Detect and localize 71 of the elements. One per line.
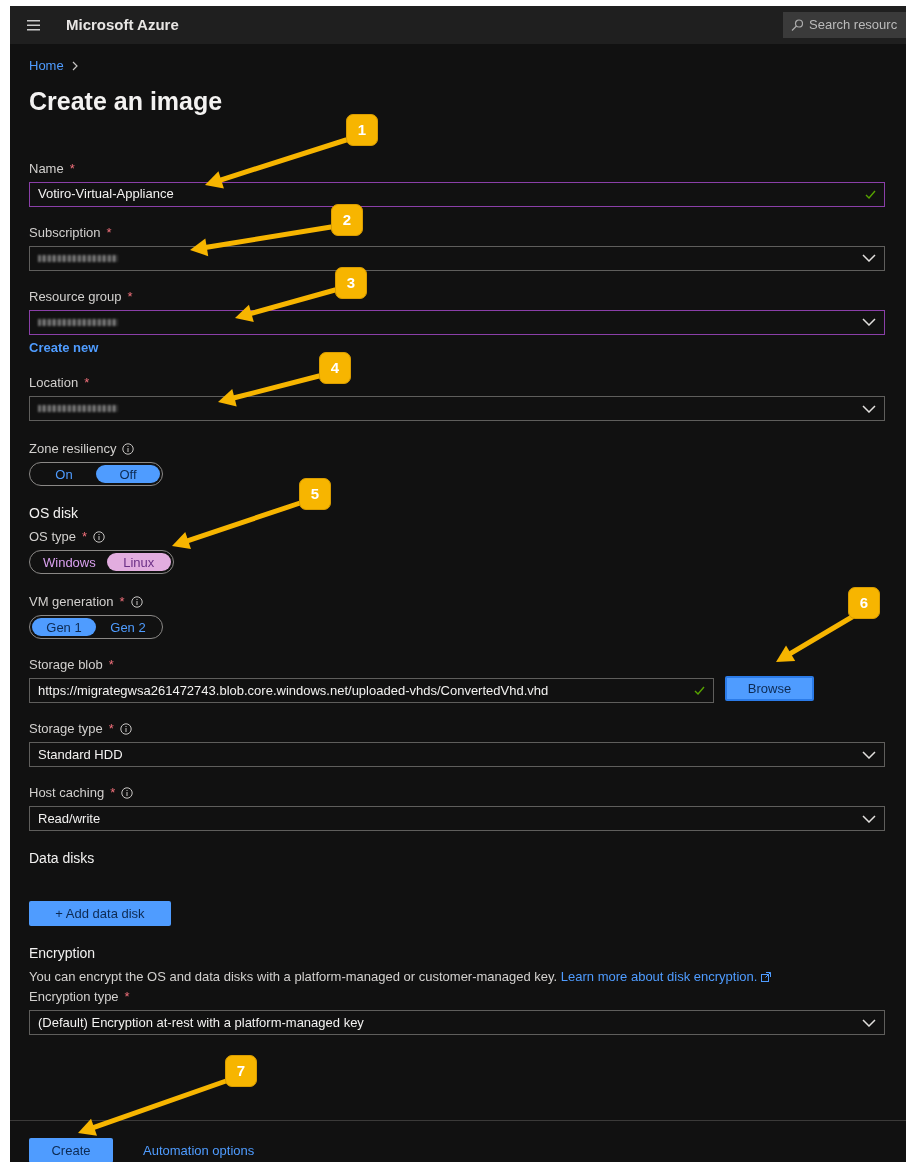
toggle-option[interactable]: Gen 1 — [32, 618, 96, 636]
required-mark: * — [119, 593, 125, 611]
dropdown-field[interactable] — [29, 309, 885, 335]
toggle-option[interactable]: Windows — [32, 553, 107, 571]
breadcrumb-link[interactable]: Home — [29, 56, 64, 76]
description-text: You can encrypt the OS and data disks with a platform-managed or customer-managed key. Learn more about disk encryption. — [29, 968, 758, 986]
learn-more-link[interactable]: Learn more about disk encryption. — [560, 969, 758, 984]
required-mark: * — [81, 528, 88, 546]
search-icon — [791, 19, 803, 31]
add-data-disk-button[interactable]: + Add data disk — [29, 901, 171, 926]
required-mark: * — [69, 159, 75, 178]
app-title: Microsoft Azure — [66, 14, 179, 35]
toggle-option[interactable]: Off — [96, 465, 160, 483]
chevron-down-icon — [862, 404, 876, 413]
required-mark: * — [108, 656, 114, 674]
chevron-down-icon — [862, 254, 876, 262]
required-mark: * — [124, 988, 130, 1006]
create-button[interactable]: Create — [29, 1138, 113, 1162]
chevron-down-icon — [862, 318, 876, 326]
callout-number: 2 — [331, 204, 363, 236]
section-heading: OS disk — [29, 504, 79, 522]
field-label: Zone resiliency — [29, 440, 117, 458]
field-label: OS type — [29, 528, 76, 546]
chevron-down-icon — [862, 1018, 876, 1027]
input-field[interactable]: https://migrategwsa261472743.blob.core.windows.net/uploaded-vhds/ConvertedVhd.vhd — [29, 678, 714, 703]
field-label: Name — [29, 159, 64, 178]
field-label: Storage blob — [29, 656, 103, 674]
field-label: VM generation — [29, 593, 114, 611]
dropdown-field[interactable]: Standard HDD — [29, 742, 885, 767]
required-mark: * — [106, 223, 112, 242]
dropdown-field[interactable]: Read/write — [29, 806, 885, 831]
field-label: Subscription — [29, 223, 101, 242]
create-new-link[interactable]: Create new — [29, 337, 99, 357]
chevron-icon — [71, 60, 78, 71]
info-icon[interactable] — [93, 531, 106, 543]
callout-number: 5 — [299, 478, 331, 510]
toggle-option[interactable]: On — [32, 465, 96, 483]
page-title: Create an image — [29, 85, 224, 116]
section-heading: Encryption — [29, 944, 97, 962]
field-label: Host caching — [29, 784, 105, 802]
callout-number: 7 — [225, 1055, 257, 1087]
field-label: Location — [29, 374, 79, 392]
callout-number: 1 — [346, 114, 378, 146]
required-mark: * — [110, 784, 116, 802]
menu-icon[interactable] — [27, 19, 40, 31]
section-heading: Data disks — [29, 849, 96, 867]
callout-number: 3 — [335, 267, 367, 299]
field-label: Storage type — [29, 720, 103, 738]
external-link-icon — [761, 972, 772, 982]
chevron-down-icon — [862, 814, 876, 823]
info-icon[interactable] — [121, 787, 134, 799]
callout-number: 4 — [319, 352, 351, 384]
required-mark: * — [127, 287, 133, 306]
browse-button[interactable]: Browse — [725, 676, 814, 701]
input-field[interactable]: Votiro-Virtual-Appliance — [29, 181, 885, 207]
required-mark: * — [84, 374, 90, 392]
dropdown-field[interactable] — [29, 396, 885, 421]
dropdown-field[interactable]: (Default) Encryption at-rest with a platform-managed key — [29, 1010, 885, 1035]
field-label: Encryption type — [29, 988, 119, 1006]
chevron-down-icon — [862, 750, 876, 759]
callout-number: 6 — [848, 587, 880, 619]
toggle-option[interactable]: Gen 2 — [96, 618, 160, 636]
required-mark: * — [108, 720, 114, 738]
field-label: Resource group — [29, 287, 122, 306]
info-icon[interactable] — [119, 723, 132, 735]
search-field[interactable]: Search resourc — [783, 12, 906, 38]
info-icon[interactable] — [130, 596, 143, 608]
toggle-option[interactable]: Linux — [106, 553, 171, 571]
dropdown-field[interactable] — [29, 245, 885, 271]
info-icon[interactable] — [122, 443, 135, 455]
automation-options-link[interactable]: Automation options — [143, 1138, 255, 1162]
